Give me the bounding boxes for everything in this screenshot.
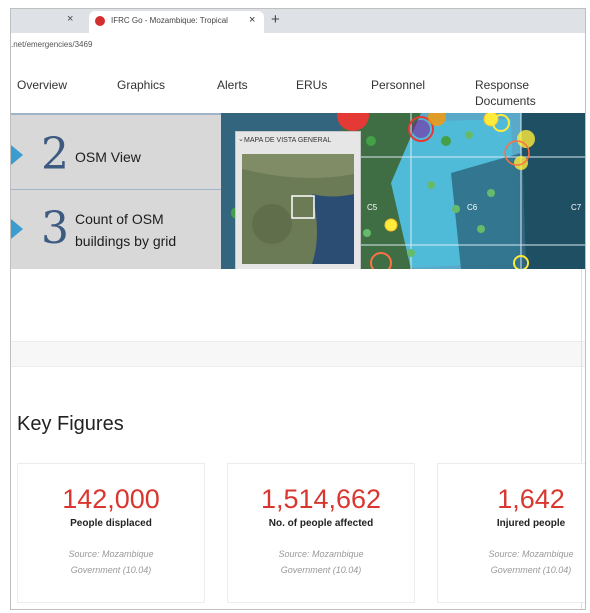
source-line2: Government (10.04)	[70, 565, 152, 575]
nav-erus[interactable]: ERUs	[296, 77, 327, 93]
key-figures-title: Key Figures	[17, 413, 124, 435]
new-tab-button[interactable]: +	[271, 11, 280, 28]
grid-label-c6: C6	[467, 203, 478, 212]
source-line1: Source: Mozambique	[68, 549, 154, 559]
key-figure-source: Source: Mozambique Government (10.04)	[454, 546, 585, 578]
key-figure-source: Source: Mozambique Government (10.04)	[244, 546, 398, 578]
graphics-banner: 2 OSM View 3 Count of OSM buildings by g…	[11, 113, 585, 269]
inset-satellite-image	[242, 154, 354, 264]
section-separator	[11, 341, 585, 367]
ifrc-favicon-icon	[95, 16, 105, 26]
key-figure-source: Source: Mozambique Government (10.04)	[34, 546, 188, 578]
osm-map[interactable]: C5 C6 C7 ⌄ MAPA DE VISTA GENERAL	[221, 113, 585, 269]
nav-response-documents-line2: Documents	[475, 94, 536, 108]
source-line2: Government (10.04)	[490, 565, 572, 575]
nav-overview[interactable]: Overview	[17, 77, 67, 93]
key-figure-label: Injured people	[496, 518, 566, 529]
step-label: OSM View	[75, 149, 141, 165]
tab-close-icon[interactable]: ×	[249, 14, 255, 26]
step-number: 2	[41, 129, 69, 180]
step-arrow-icon	[11, 145, 23, 165]
nav-response-documents[interactable]: Response Documents	[475, 77, 565, 109]
source-line2: Government (10.04)	[280, 565, 362, 575]
address-bar[interactable]: .net/emergencies/3469	[11, 33, 585, 58]
key-figure-value: 1,642	[497, 484, 565, 514]
step-count-osm-buildings[interactable]: 3 Count of OSM buildings by grid	[11, 193, 221, 269]
step-number: 3	[41, 203, 69, 254]
overview-map-inset[interactable]: ⌄ MAPA DE VISTA GENERAL	[235, 131, 361, 269]
active-tab-title: IFRC Go - Mozambique: Tropical	[111, 16, 228, 25]
step-divider-top	[11, 113, 221, 115]
step-label-line2: buildings by grid	[75, 233, 177, 249]
step-label-line1: Count of OSM	[75, 211, 164, 227]
key-figure-value: 142,000	[62, 484, 160, 514]
key-figure-card: 142,000 People displaced Source: Mozambi…	[17, 463, 205, 603]
active-tab[interactable]: IFRC Go - Mozambique: Tropical ×	[89, 11, 264, 33]
browser-window: × IFRC Go - Mozambique: Tropical × + .ne…	[10, 8, 586, 610]
grid-label-c7: C7	[571, 203, 582, 212]
nav-alerts[interactable]: Alerts	[217, 77, 248, 93]
tab-strip: × IFRC Go - Mozambique: Tropical × +	[11, 9, 585, 33]
step-divider	[11, 189, 221, 190]
key-figure-label: No. of people affected	[268, 518, 374, 529]
key-figure-value: 1,514,662	[260, 484, 382, 514]
grid-label-c5: C5	[367, 203, 378, 212]
chevron-down-icon[interactable]: ⌄	[238, 135, 244, 143]
step-arrow-icon	[11, 219, 23, 239]
source-line1: Source: Mozambique	[488, 549, 574, 559]
url-text[interactable]: .net/emergencies/3469	[11, 40, 92, 49]
site-nav: Overview Graphics Alerts ERUs Personnel …	[11, 57, 585, 113]
previous-tab-close-icon[interactable]: ×	[67, 13, 73, 25]
step-osm-view[interactable]: 2 OSM View	[11, 117, 221, 193]
inset-title: MAPA DE VISTA GENERAL	[244, 137, 332, 144]
source-line1: Source: Mozambique	[278, 549, 364, 559]
key-figure-label: People displaced	[70, 518, 152, 529]
nav-graphics[interactable]: Graphics	[117, 77, 165, 93]
nav-response-documents-line1: Response	[475, 78, 530, 92]
key-figure-card: 1,514,662 No. of people affected Source:…	[227, 463, 415, 603]
key-figure-card: 1,642 Injured people Source: Mozambique …	[437, 463, 585, 603]
nav-personnel[interactable]: Personnel	[371, 77, 425, 93]
